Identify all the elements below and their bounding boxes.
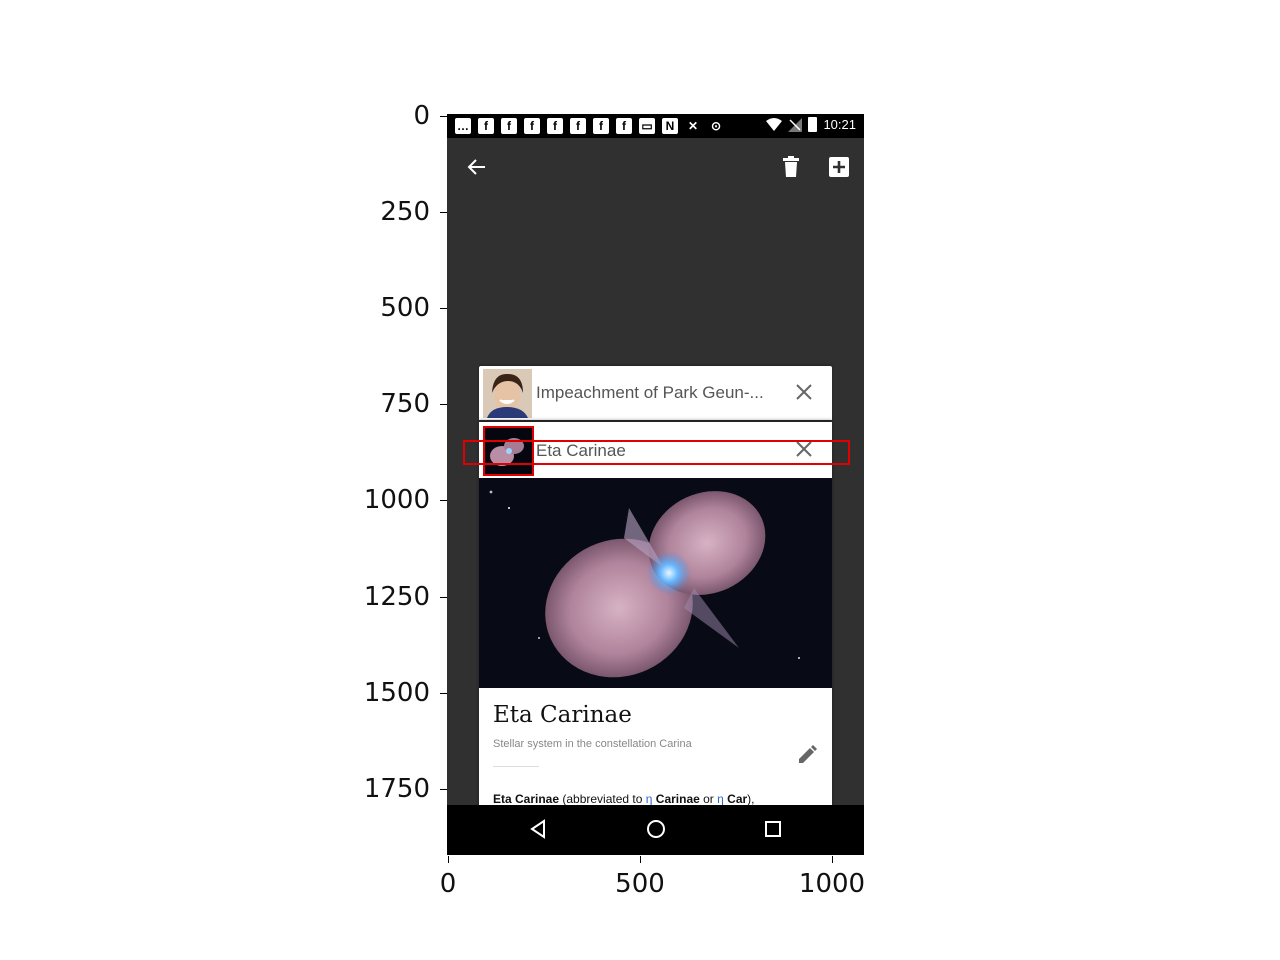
- tab-title: Impeachment of Park Geun-...: [536, 383, 764, 402]
- body-text: (abbreviated to: [559, 792, 646, 806]
- x-tick: [448, 856, 449, 863]
- facebook-icon: f: [524, 118, 540, 134]
- y-tick-label: 500: [380, 293, 430, 323]
- battery-icon: [808, 117, 818, 132]
- facebook-icon: f: [547, 118, 563, 134]
- status-bar: … f f f f f f f ▭ N ✕ ⊙ 10:21: [447, 114, 864, 138]
- tab-card-impeachment[interactable]: Impeachment of Park Geun-...: [479, 366, 832, 420]
- close-tab-button[interactable]: [794, 382, 814, 402]
- pencil-icon: [799, 745, 817, 763]
- body-text: ),: [747, 792, 755, 806]
- y-tick: [440, 404, 447, 405]
- article-body: Eta Carinae (abbreviated to η Carinae or…: [493, 792, 755, 806]
- article-title: Eta Carinae: [493, 702, 632, 728]
- facebook-icon: f: [478, 118, 494, 134]
- delete-all-button[interactable]: [776, 152, 806, 182]
- message-icon: …: [455, 118, 471, 134]
- body-link[interactable]: η: [717, 792, 724, 806]
- trash-icon: [783, 156, 799, 177]
- facebook-icon: f: [593, 118, 609, 134]
- clock: 10:21: [823, 117, 856, 132]
- triangle-back-icon: [530, 819, 545, 839]
- article-description: Stellar system in the constellation Cari…: [493, 738, 692, 750]
- nav-home-button[interactable]: [644, 817, 668, 841]
- x-tick-label: 500: [615, 869, 665, 899]
- edit-button[interactable]: [796, 744, 818, 766]
- y-tick: [440, 693, 447, 694]
- settings-off-icon: ✕: [687, 119, 699, 133]
- body-text: or: [699, 792, 718, 806]
- body-bold: Car: [723, 792, 748, 806]
- y-tick-label: 1750: [363, 774, 430, 804]
- nav-back-button[interactable]: [527, 817, 551, 841]
- body-bold: Carinae: [652, 792, 700, 806]
- y-tick: [440, 116, 447, 117]
- new-tab-button[interactable]: [824, 152, 854, 182]
- x-tick-label: 1000: [798, 869, 866, 899]
- facebook-icon: f: [616, 118, 632, 134]
- y-tick-label: 750: [380, 389, 430, 419]
- facebook-icon: f: [501, 118, 517, 134]
- gallery-icon: ▭: [639, 118, 655, 134]
- x-tick: [832, 856, 833, 863]
- phone-screen: … f f f f f f f ▭ N ✕ ⊙ 10:21 Impeachmen…: [447, 114, 864, 855]
- notification-icons: … f f f f f f f ▭ N ✕ ⊙: [455, 118, 724, 134]
- article-hero-image: [479, 478, 832, 688]
- add-box-icon: [829, 157, 849, 177]
- y-tick: [440, 597, 447, 598]
- navigation-bar: [447, 805, 864, 855]
- signal-icon: [788, 117, 803, 132]
- close-icon: [796, 384, 812, 400]
- y-tick: [440, 212, 447, 213]
- nebula-image: [479, 478, 832, 688]
- y-tick-label: 250: [380, 197, 430, 227]
- status-right: 10:21: [766, 117, 856, 132]
- tab-thumbnail: [483, 369, 532, 418]
- y-tick-label: 1250: [363, 582, 430, 612]
- x-tick: [640, 856, 641, 863]
- y-tick: [440, 789, 447, 790]
- arrow-left-icon: [467, 159, 485, 175]
- y-tick-label: 1000: [363, 485, 430, 515]
- portrait-thumbnail: [483, 369, 532, 418]
- x-tick-label: 0: [439, 869, 457, 899]
- figure: 0 250 500 750 1000 1250 1500 1750 0 500 …: [0, 0, 1280, 960]
- circle-home-icon: [647, 820, 665, 838]
- wifi-icon: [766, 117, 783, 131]
- n-icon: N: [662, 118, 678, 134]
- highlight-box-thumbnail: [483, 426, 534, 476]
- y-tick: [440, 308, 447, 309]
- back-button[interactable]: [462, 152, 492, 182]
- sync-icon: ⊙: [710, 119, 722, 133]
- square-recents-icon: [765, 821, 781, 837]
- y-tick: [440, 500, 447, 501]
- body-bold: Eta Carinae: [493, 792, 560, 806]
- facebook-icon: f: [570, 118, 586, 134]
- title-divider: [493, 766, 539, 767]
- y-tick-label: 1500: [363, 678, 430, 708]
- tab-card-eta-carinae[interactable]: Eta Carinae Eta Carinae Stellar system i…: [479, 422, 832, 855]
- y-tick-label: 0: [413, 101, 430, 131]
- nav-recents-button[interactable]: [761, 817, 785, 841]
